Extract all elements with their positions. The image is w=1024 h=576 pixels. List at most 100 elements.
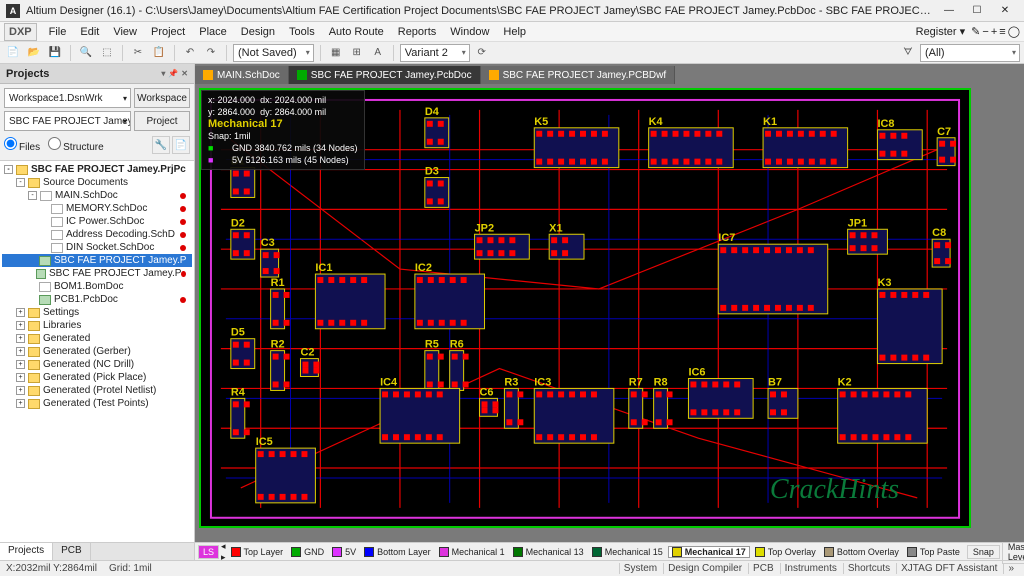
files-radio[interactable]: Files [4,137,40,153]
layerbar-button[interactable]: Mask Level [1002,540,1024,564]
menu-edit[interactable]: Edit [74,24,105,40]
layer-tab[interactable]: Bottom Layer [361,547,434,557]
copy-icon[interactable]: 📋 [150,44,168,62]
undo-icon[interactable]: ↶ [181,44,199,62]
statusbar-panel-button[interactable]: Design Compiler [663,563,746,574]
statusbar-panel-button[interactable]: System [619,563,661,574]
panel-pin-icon[interactable]: 📌 [168,69,178,78]
doc-tab[interactable]: SBC FAE PROJECT Jamey.PcbDoc [289,66,481,84]
dxp-menu[interactable]: DXP [4,23,37,41]
tree-icon[interactable]: 📄 [172,136,190,154]
tree-node[interactable]: DIN Socket.SchDoc [2,241,192,254]
toolbar-icon[interactable]: + [991,26,997,38]
close-button[interactable]: ✕ [992,2,1018,20]
pcb-canvas[interactable]: x: 2024.000 dx: 2024.000 mil y: 2864.000… [199,88,971,528]
panel-menu-icon[interactable]: ▾ [161,69,165,78]
menu-window[interactable]: Window [444,24,495,40]
filter-icon[interactable]: ᗊ [899,44,917,62]
toolbar-icon[interactable]: ◯ [1008,25,1020,38]
toolbar-icon[interactable]: ✎ [971,25,980,38]
open-icon[interactable]: 📂 [25,44,43,62]
redo-icon[interactable]: ↷ [202,44,220,62]
layer-tab[interactable]: Top Overlay [752,547,819,557]
statusbar-more-icon[interactable]: » [1003,563,1018,574]
statusbar-panel-button[interactable]: XJTAG DFT Assistant [896,563,1001,574]
refresh-icon[interactable]: ⟳ [473,44,491,62]
doc-tab[interactable]: SBC FAE PROJECT Jamey.PCBDwf [481,66,676,84]
menu-view[interactable]: View [107,24,143,40]
layer-nav[interactable]: ◂ ▸ [221,541,226,563]
layer-tab[interactable]: Top Layer [228,547,287,557]
menu-autoroute[interactable]: Auto Route [323,24,390,40]
project-tree[interactable]: -SBC FAE PROJECT Jamey.PrjPc-Source Docu… [0,161,194,542]
zoom-area-icon[interactable]: ⬚ [98,44,116,62]
tree-node[interactable]: +Generated (Test Points) [2,397,192,410]
panel-tab-projects[interactable]: Projects [0,543,53,560]
tree-node[interactable]: MEMORY.SchDoc [2,202,192,215]
save-icon[interactable]: 💾 [46,44,64,62]
tree-icon[interactable]: 🔧 [152,136,170,154]
doc-tab[interactable]: MAIN.SchDoc [195,66,289,84]
layer-tab[interactable]: Mechanical 1 [436,547,508,557]
layer-tab[interactable]: GND [288,547,327,557]
layer-tab[interactable]: Mechanical 17 [668,546,750,558]
layer-tab[interactable]: Top Paste [904,547,963,557]
statusbar-panel-button[interactable]: PCB [748,563,778,574]
variant-combo[interactable]: Variant 2 [400,44,470,62]
tree-node[interactable]: -SBC FAE PROJECT Jamey.PrjPc [2,163,192,176]
canvas-wrap: x: 2024.000 dx: 2024.000 mil y: 2864.000… [195,84,1024,542]
layer-tab[interactable]: 5V [329,547,359,557]
svg-text:IC7: IC7 [718,232,735,244]
layer-tab[interactable]: Mechanical 15 [589,547,666,557]
workspace-combo[interactable]: Workspace1.DsnWrk [4,88,131,108]
tree-node[interactable]: SBC FAE PROJECT Jamey.P [2,254,192,267]
tree-node[interactable]: IC Power.SchDoc [2,215,192,228]
menu-reports[interactable]: Reports [392,24,443,40]
cut-icon[interactable]: ✂ [129,44,147,62]
tree-node[interactable]: BOM1.BomDoc [2,280,192,293]
coord-hud: x: 2024.000 dx: 2024.000 mil y: 2864.000… [201,90,365,170]
toolbar-icon[interactable]: − [982,26,988,38]
menu-place[interactable]: Place [193,24,233,40]
layer-tab[interactable]: Mechanical 13 [510,547,587,557]
tree-node[interactable]: +Generated (Protel Netlist) [2,384,192,397]
layer-tab[interactable]: Bottom Overlay [821,547,902,557]
notsaved-combo[interactable]: (Not Saved) [233,44,314,62]
statusbar-panel-button[interactable]: Instruments [780,563,841,574]
tree-node[interactable]: SBC FAE PROJECT Jamey.P [2,267,192,280]
menu-help[interactable]: Help [497,24,532,40]
tree-node[interactable]: Address Decoding.SchD [2,228,192,241]
tree-node[interactable]: -MAIN.SchDoc [2,189,192,202]
tree-node[interactable]: +Generated [2,332,192,345]
layer-ls-button[interactable]: LS [198,545,219,559]
statusbar-panel-button[interactable]: Shortcuts [843,563,894,574]
panel-tab-pcb[interactable]: PCB [53,543,91,560]
toolbar-icon[interactable]: ≡ [999,26,1005,38]
filter-all-combo[interactable]: (All) [920,44,1020,62]
register-dropdown[interactable]: Register ▾ [912,23,970,40]
menu-project[interactable]: Project [145,24,191,40]
menu-tools[interactable]: Tools [283,24,321,40]
align-icon[interactable]: ▦ [327,44,345,62]
workspace-button[interactable]: Workspace [134,88,190,108]
new-icon[interactable]: 📄 [4,44,22,62]
panel-close-icon[interactable]: ✕ [181,69,188,78]
minimize-button[interactable]: — [936,2,962,20]
project-button[interactable]: Project [134,111,190,131]
menu-design[interactable]: Design [235,24,281,40]
menu-file[interactable]: File [43,24,73,40]
align-icon[interactable]: ⊞ [348,44,366,62]
tree-node[interactable]: +Generated (Pick Place) [2,371,192,384]
layerbar-button[interactable]: Snap [967,545,1000,559]
tree-node[interactable]: +Generated (NC Drill) [2,358,192,371]
tree-node[interactable]: +Settings [2,306,192,319]
tree-node[interactable]: +Libraries [2,319,192,332]
text-icon[interactable]: A [369,44,387,62]
tree-node[interactable]: +Generated (Gerber) [2,345,192,358]
maximize-button[interactable]: ☐ [964,2,990,20]
tree-node[interactable]: -Source Documents [2,176,192,189]
tree-node[interactable]: PCB1.PcbDoc [2,293,192,306]
structure-radio[interactable]: Structure [48,137,104,153]
zoom-fit-icon[interactable]: 🔍 [77,44,95,62]
project-combo[interactable]: SBC FAE PROJECT Jamey.PrjPcb [4,111,131,131]
